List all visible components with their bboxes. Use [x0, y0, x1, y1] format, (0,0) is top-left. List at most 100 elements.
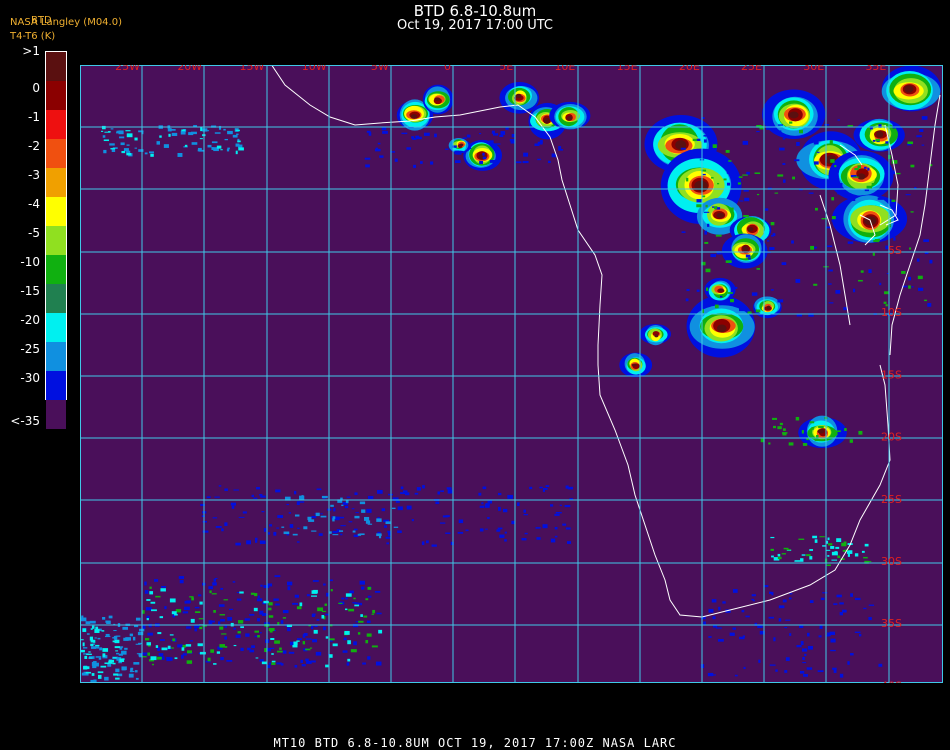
cloud-pixel [232, 581, 236, 583]
cloud-pixel [704, 241, 709, 244]
cloud-pixel [134, 137, 138, 141]
cloud-pixel [703, 135, 707, 137]
cloud-pixel [126, 133, 133, 138]
cloud-pixel [325, 613, 329, 616]
cloud-pixel [161, 647, 168, 651]
cloud-pixel [868, 604, 875, 606]
legend-swatch [46, 139, 66, 168]
cloud-pixel [150, 656, 157, 661]
cloud-pixel [359, 533, 365, 536]
cloud-pixel [824, 123, 830, 126]
cloud-pixel [323, 626, 326, 631]
cloud-pixel [858, 633, 862, 637]
cloud-pixel [554, 513, 560, 516]
cloud-pixel [255, 657, 259, 659]
cloud-pixel [224, 138, 229, 141]
cloud-pixel [500, 131, 506, 135]
cloud-pixel [231, 505, 235, 509]
cloud-pixel [714, 304, 719, 309]
cloud-pixel [802, 661, 807, 664]
cloud-pixel [706, 287, 709, 292]
cloud-pixel [282, 610, 289, 614]
legend-label: -15 [20, 284, 40, 298]
cloud-pixel [233, 627, 236, 630]
cloud-pixel [685, 298, 689, 302]
cloud-pixel [282, 650, 287, 654]
storm-cell [766, 305, 771, 310]
cloud-pixel [550, 538, 556, 543]
cloud-pixel [80, 639, 84, 641]
cloud-pixel [307, 516, 312, 521]
cloud-pixel [346, 662, 350, 666]
cloud-pixel [286, 503, 289, 506]
cloud-pixel [354, 515, 360, 519]
cloud-pixel [311, 613, 315, 618]
cloud-pixel [367, 656, 371, 660]
cloud-pixel [224, 636, 228, 640]
cloud-pixel [484, 504, 490, 508]
cloud-pixel [783, 179, 786, 183]
cloud-pixel [276, 650, 283, 653]
cloud-pixel [853, 176, 859, 178]
cloud-pixel [777, 130, 782, 133]
cloud-pixel [256, 487, 260, 490]
cloud-pixel [130, 668, 133, 673]
cloud-pixel [769, 664, 776, 666]
cloud-pixel [301, 664, 306, 667]
legend-label: -5 [28, 226, 40, 240]
cloud-pixel [154, 579, 159, 582]
cloud-pixel [114, 641, 119, 643]
cloud-pixel [346, 496, 351, 498]
cloud-pixel [770, 536, 775, 539]
cloud-pixel [95, 644, 100, 647]
cloud-pixel [158, 656, 162, 659]
cloud-pixel [201, 515, 206, 518]
cloud-pixel [827, 543, 833, 546]
cloud-pixel [219, 644, 226, 648]
cloud-pixel [430, 161, 434, 165]
cloud-pixel [236, 591, 240, 594]
cloud-pixel [294, 664, 298, 668]
cloud-pixel [401, 132, 408, 135]
cloud-pixel [927, 303, 932, 307]
cloud-pixel [329, 638, 335, 641]
storm-cell [434, 97, 441, 102]
cloud-pixel [254, 630, 260, 633]
cloud-pixel [237, 144, 243, 148]
cloud-pixel [732, 627, 736, 630]
cloud-pixel [150, 153, 154, 157]
cloud-pixel [85, 671, 92, 674]
cloud-pixel [115, 677, 120, 680]
cloud-pixel [543, 488, 548, 490]
cloud-pixel [341, 597, 345, 600]
cloud-pixel [681, 231, 686, 233]
cloud-pixel [345, 593, 352, 597]
legend-swatch [46, 284, 66, 313]
cloud-pixel [843, 307, 847, 311]
cloud-pixel [789, 121, 793, 124]
cloud-pixel [782, 433, 787, 436]
cloud-pixel [213, 663, 217, 665]
cloud-pixel [144, 638, 150, 641]
cloud-pixel [841, 542, 847, 547]
cloud-pixel [340, 533, 343, 536]
cloud-pixel [826, 226, 831, 229]
cloud-pixel [376, 518, 382, 522]
cloud-pixel [275, 603, 280, 606]
legend-label: -2 [28, 139, 40, 153]
cloud-pixel [340, 525, 346, 527]
cloud-pixel [199, 626, 203, 630]
cloud-pixel [146, 618, 149, 621]
cloud-pixel [354, 604, 360, 607]
cloud-pixel [90, 628, 93, 630]
cloud-pixel [789, 633, 792, 636]
cloud-pixel [107, 663, 112, 667]
producer-label: NASA Langley (M04.0) [10, 17, 122, 28]
cloud-pixel [498, 506, 501, 511]
cloud-pixel [847, 241, 854, 244]
cloud-pixel [479, 528, 484, 532]
cloud-pixel [554, 526, 558, 530]
latitude-label: 5S [888, 244, 902, 257]
cloud-pixel [330, 589, 333, 592]
cloud-pixel [159, 135, 162, 138]
